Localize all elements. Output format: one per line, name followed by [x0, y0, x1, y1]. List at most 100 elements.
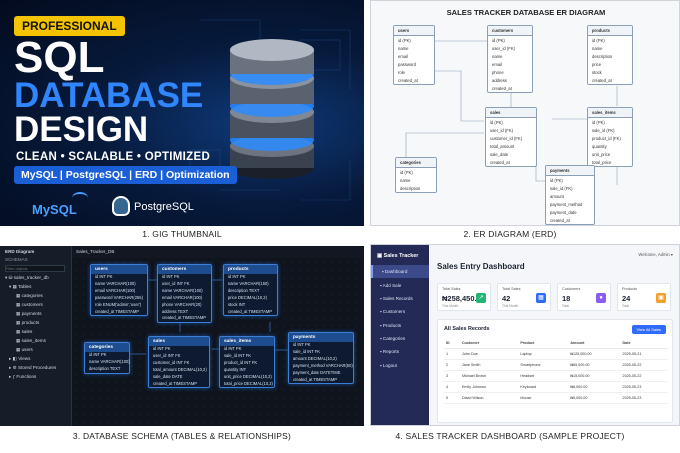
stat-card: Products 24 Total ▣	[617, 283, 671, 311]
erd-field: payment_date	[550, 209, 577, 215]
erd-field: email	[492, 61, 503, 67]
erd-table-payments: payments id (PK) sale_id (FK) amount payment…	[545, 165, 595, 225]
table-row[interactable]: 2 Jane Smith Smartphone ₦65,000.00 2025-05-2…	[444, 359, 668, 371]
sidebar-item-products[interactable]: ▪ Products	[371, 319, 429, 332]
schema-field: created_at TIMESTAMP	[228, 308, 272, 314]
erd-table-products: products id (PK) name description price stock…	[587, 25, 633, 85]
schema-field: total_amount DECIMAL(10,2)	[153, 366, 207, 372]
schema-table-name: sales	[149, 337, 209, 346]
erd-table-categories: categories id (PK) name description	[395, 157, 437, 193]
stat-label: Total Sales	[442, 287, 461, 291]
schema-field: name VARCHAR(150)	[228, 280, 269, 286]
schema-table-products[interactable]: products id INT PK name VARCHAR(150) descri…	[223, 264, 278, 317]
stat-icon: ↗	[476, 293, 486, 303]
schema-table-categories[interactable]: categories id INT PK name VARCHAR(100) desc…	[84, 342, 130, 374]
schema-table-name: sales_items	[220, 337, 274, 346]
sidebar-item-add-sale[interactable]: ▪ Add Sale	[371, 278, 429, 291]
erd-field: user_id (FK)	[492, 45, 516, 51]
erd-field: price	[592, 61, 602, 67]
records-title: All Sales Records	[444, 326, 490, 332]
schema-field: password VARCHAR(255)	[95, 294, 143, 300]
schema-field: amount DECIMAL(10,2)	[293, 355, 337, 361]
erd-field: address	[492, 77, 507, 83]
schema-field: payment_date DATETIME	[293, 369, 341, 375]
erd-field: role	[398, 69, 405, 75]
schema-field: payment_method VARCHAR(50)	[293, 362, 353, 368]
table-row[interactable]: 3 Michael Brown Headset ₦15,000.00 2025-05-2…	[444, 370, 668, 382]
schema-table-name: payments	[289, 333, 353, 342]
caption-2: 2. ER DIAGRAM (ERD)	[463, 229, 557, 239]
erd-field: id (PK)	[592, 119, 605, 125]
sidebar-item-dashboard[interactable]: ▪ Dashboard	[371, 265, 429, 279]
schema-table-name: categories	[85, 343, 129, 352]
column-header: ID	[444, 338, 460, 349]
stat-card: Total Sales 42 This Month ▦	[497, 283, 551, 311]
table-row[interactable]: 1 John Doe Laptop ₦120,000.00 2025-05-21	[444, 348, 668, 360]
erd-table-sales: sales id (PK) user_id (FK) customer_id (FK)…	[485, 107, 537, 167]
welcome-label: Welcome, Admin	[638, 252, 670, 257]
schema-table-sales[interactable]: sales id INT PK user_id INT FK customer_id …	[148, 336, 210, 389]
sidebar-item-customers[interactable]: ▪ Customers	[371, 305, 429, 318]
schema-field: sale_id INT FK	[224, 352, 251, 358]
table-cell: Mouse	[518, 392, 569, 404]
table-cell: ₦120,000.00	[568, 348, 621, 360]
erd-field: description	[400, 185, 421, 191]
schema-field: product_id INT FK	[224, 359, 258, 365]
erd-table-name: sales	[486, 108, 536, 118]
erd-field: stock	[592, 69, 602, 75]
collage: PROFESSIONAL SQL DATABASE DESIGN CLEAN •…	[0, 0, 680, 453]
schema-table-customers[interactable]: customers id INT PK user_id INT FK name VAR…	[157, 264, 212, 324]
sidebar-item-reports[interactable]: ▪ Reports	[371, 345, 429, 358]
headline-database: DATABASE	[14, 76, 204, 115]
column-header: Customer	[459, 338, 519, 349]
erd-field: id (PK)	[492, 37, 505, 43]
table-cell: Smartphone	[518, 359, 569, 371]
schema-field: role ENUM('admin','user')	[95, 301, 142, 307]
stat-value: 18	[562, 294, 571, 303]
erd-field: password	[398, 61, 416, 67]
erd-field: created_at	[492, 85, 512, 91]
schema-table-users[interactable]: users id INT PK name VARCHAR(100) email VAR…	[90, 264, 148, 317]
erd-table-name: customers	[488, 26, 532, 36]
erd-field: total_amount	[490, 143, 515, 149]
stat-sub: This Month	[502, 304, 519, 308]
stat-value: 24	[622, 294, 631, 303]
schema-table-sales-items[interactable]: sales_items id INT PK sale_id INT FK produc…	[219, 336, 275, 389]
schema-table-name: products	[224, 265, 277, 274]
schema-table-payments[interactable]: payments id INT PK sale_id INT FK amount DE…	[288, 332, 354, 385]
chevron-down-icon: ▾	[670, 252, 673, 257]
erd-table-name: sales_items	[588, 108, 632, 118]
erd-field: id (PK)	[398, 37, 411, 43]
erd-field: product_id (FK)	[592, 135, 621, 141]
table-cell: 2	[444, 359, 460, 371]
stat-sub: Total	[562, 304, 569, 308]
column-header: Date	[620, 338, 668, 349]
schema-field: description TEXT	[228, 287, 260, 293]
page-title: Sales Entry Dashboard	[437, 262, 525, 271]
erd-field: phone	[492, 69, 504, 75]
headline-sql: SQL	[14, 33, 105, 82]
table-row[interactable]: 4 Emily Johnson Keyboard ₦8,000.00 2025-05-2…	[444, 381, 668, 393]
erd-table-users: users id (PK) name email password role created…	[393, 25, 435, 85]
erd-field: description	[592, 53, 613, 59]
stat-icon: ●	[596, 293, 606, 303]
schema-field: total_price DECIMAL(10,2)	[224, 380, 273, 386]
view-all-sales-button[interactable]: View All Sales	[631, 325, 666, 334]
gig-thumbnail: PROFESSIONAL SQL DATABASE DESIGN CLEAN •…	[0, 0, 364, 226]
sidebar-item-logout[interactable]: ▪ Logout	[371, 359, 429, 372]
schema-field: id INT PK	[153, 346, 171, 351]
sidebar-item-categories[interactable]: ▪ Categories	[371, 332, 429, 345]
table-header: ID Customer Product Amount Date	[444, 338, 668, 349]
welcome-text[interactable]: Welcome, Admin ▾	[638, 252, 673, 257]
headline-design: DESIGN	[14, 110, 149, 149]
erd-field: payment_method	[550, 201, 583, 207]
sales-table: ID Customer Product Amount Date 1 John Doe Lap…	[444, 338, 668, 404]
stat-card: Total Sales ₦258,450.00 This Month ↗	[437, 283, 491, 311]
erd-field: created_at	[398, 77, 418, 83]
sidebar-item-sales-records[interactable]: ▪ Sales Records	[371, 292, 429, 305]
table-cell: John Doe	[459, 348, 519, 360]
schema-field: sale_date DATE	[153, 373, 183, 379]
table-cell: Jane Smith	[459, 359, 519, 371]
table-row[interactable]: 5 David Wilson Mouse ₦5,000.00 2025-05-23	[444, 392, 668, 404]
tech-banner: MySQL | PostgreSQL | ERD | Optimization	[14, 166, 237, 184]
